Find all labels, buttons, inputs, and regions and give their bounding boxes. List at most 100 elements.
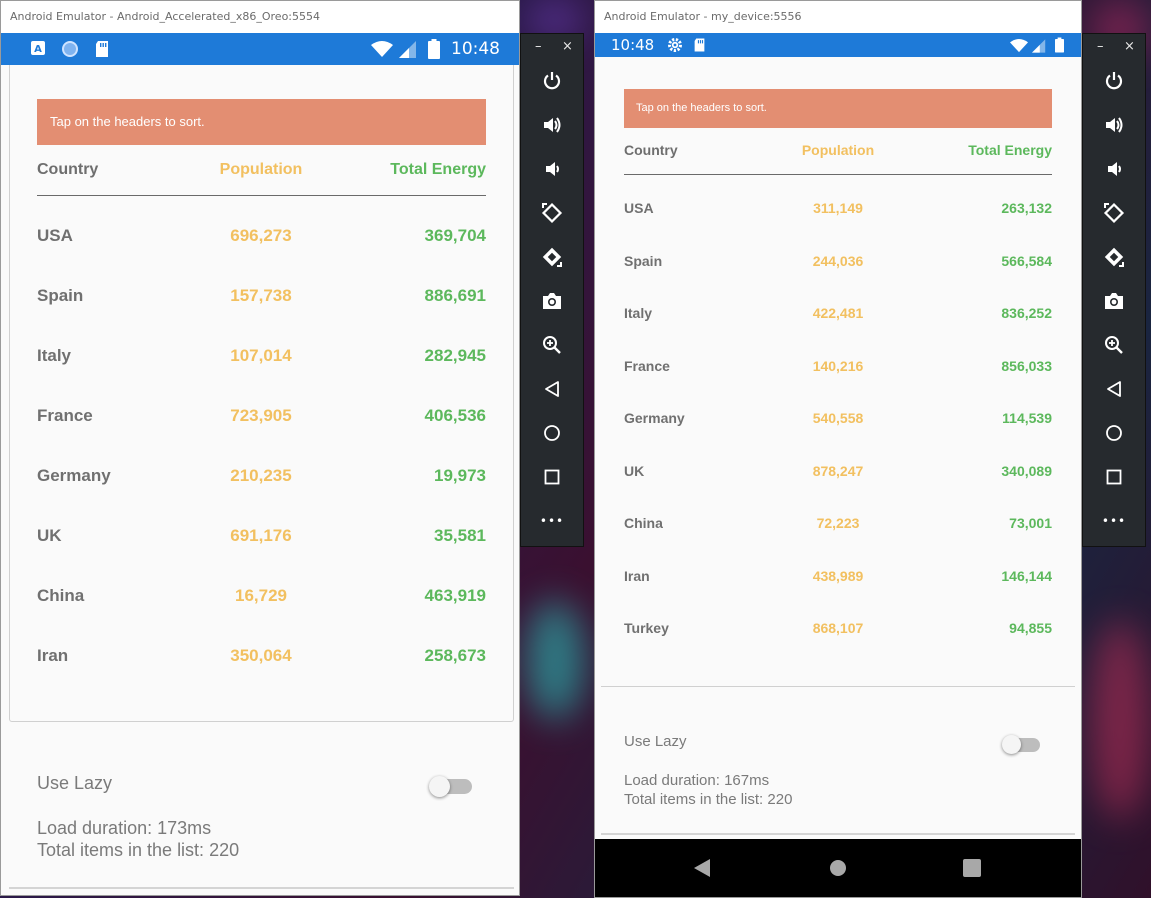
close-button[interactable]: ×: [1124, 39, 1135, 54]
row-population: 157,738: [230, 286, 292, 305]
row-total-energy: 886,691: [424, 286, 486, 305]
recents-icon[interactable]: [963, 859, 981, 881]
signal-icon: [399, 41, 417, 62]
close-button[interactable]: ×: [562, 39, 573, 54]
sd-card-icon: [94, 40, 110, 62]
more-icon[interactable]: •••: [1099, 506, 1129, 536]
row-total-energy: 282,945: [424, 346, 486, 365]
row-country: Spain: [624, 252, 663, 269]
header-population[interactable]: Population: [191, 161, 331, 179]
zoom-icon[interactable]: [1099, 330, 1129, 360]
minimize-button[interactable]: –: [535, 39, 542, 54]
row-population: 691,176: [230, 526, 292, 545]
bottom-divider: [9, 887, 514, 889]
volume-down-icon[interactable]: [1099, 154, 1129, 184]
power-icon[interactable]: [537, 66, 567, 96]
window-title-bar[interactable]: Android Emulator - Android_Accelerated_x…: [1, 1, 519, 33]
use-lazy-label: Use Lazy: [37, 773, 113, 793]
volume-up-icon[interactable]: [537, 110, 567, 140]
row-total-energy: 35,581: [434, 526, 486, 545]
back-icon[interactable]: [693, 858, 711, 882]
rotate-left-icon[interactable]: [1099, 198, 1129, 228]
overview-icon[interactable]: [1099, 462, 1129, 492]
row-population: 422,481: [812, 305, 864, 321]
zoom-icon[interactable]: [537, 330, 567, 360]
use-lazy-toggle[interactable]: [1000, 735, 1042, 757]
overview-icon[interactable]: [537, 462, 567, 492]
row-population: 868,107: [812, 620, 864, 636]
header-country[interactable]: Country: [37, 161, 177, 179]
header-country[interactable]: Country: [624, 142, 754, 158]
total-items-text: Total items in the list: 220: [37, 840, 240, 860]
row-country: France: [624, 357, 670, 374]
home-icon[interactable]: [829, 859, 847, 881]
row-population: 723,905: [230, 406, 292, 425]
row-total-energy: 258,673: [424, 646, 486, 665]
status-time: 10:48: [611, 36, 655, 54]
sort-hint-banner: Tap on the headers to sort.: [37, 99, 486, 145]
row-population: 107,014: [230, 346, 292, 365]
gear-icon: [667, 37, 683, 57]
controls-titlebar: – ×: [1083, 34, 1145, 62]
wallpaper-glow: [525, 600, 585, 720]
more-label: •••: [539, 514, 565, 528]
row-population: 140,216: [812, 357, 864, 374]
header-total-energy[interactable]: Total Energy: [346, 161, 486, 179]
rotate-right-icon[interactable]: [537, 242, 567, 272]
load-duration-text: Load duration: 173ms: [37, 818, 212, 838]
row-total-energy: 566,584: [1001, 252, 1052, 269]
row-total-energy: 463,919: [424, 586, 486, 605]
use-lazy-toggle[interactable]: [427, 776, 473, 800]
android-nav-bar: [595, 839, 1081, 897]
row-country: Iran: [624, 567, 650, 584]
row-total-energy: 369,704: [424, 226, 486, 245]
row-total-energy: 263,132: [1001, 200, 1052, 216]
row-country: Germany: [624, 410, 685, 426]
row-total-energy: 856,033: [1001, 357, 1052, 374]
camera-icon[interactable]: [1099, 286, 1129, 316]
sort-hint-banner: Tap on the headers to sort.: [624, 89, 1052, 128]
home-icon[interactable]: [537, 418, 567, 448]
row-population: 540,558: [812, 410, 864, 426]
row-population: 72,223: [816, 515, 860, 531]
row-country: China: [37, 586, 85, 605]
minimize-button[interactable]: –: [1097, 39, 1104, 54]
window-title: Android Emulator - my_device:5556: [604, 10, 802, 23]
row-population: 438,989: [812, 567, 864, 584]
camera-icon[interactable]: [537, 286, 567, 316]
emulator-controls-left: – × •••: [520, 33, 584, 547]
power-icon[interactable]: [1099, 66, 1129, 96]
volume-down-icon[interactable]: [537, 154, 567, 184]
header-total-energy[interactable]: Total Energy: [922, 142, 1052, 158]
wifi-icon: [371, 41, 393, 62]
row-total-energy: 19,973: [434, 466, 486, 485]
row-total-energy: 406,536: [424, 406, 486, 425]
row-total-energy: 146,144: [1001, 567, 1052, 584]
toggle-thumb: [1002, 735, 1021, 754]
more-icon[interactable]: •••: [537, 506, 567, 536]
home-icon[interactable]: [1099, 418, 1129, 448]
rotate-right-icon[interactable]: [1099, 242, 1129, 272]
header-population[interactable]: Population: [773, 142, 903, 158]
rotate-left-icon[interactable]: [537, 198, 567, 228]
row-country: USA: [624, 200, 654, 216]
emulator-controls-right: – × •••: [1082, 33, 1146, 547]
window-title-bar[interactable]: Android Emulator - my_device:5556: [595, 1, 1081, 33]
volume-up-icon[interactable]: [1099, 110, 1129, 140]
sort-hint-text: Tap on the headers to sort.: [50, 114, 205, 129]
back-icon[interactable]: [1099, 374, 1129, 404]
header-divider: [624, 174, 1052, 175]
row-country: UK: [624, 462, 645, 479]
app-content: Tap on the headers to sort. Country Popu…: [1, 65, 519, 895]
row-population: 16,729: [235, 586, 287, 605]
row-population: 210,235: [230, 466, 292, 485]
app-content: Tap on the headers to sort. Country Popu…: [595, 57, 1081, 839]
row-country: Turkey: [624, 620, 669, 636]
sd-card-icon: [693, 37, 706, 57]
back-icon[interactable]: [537, 374, 567, 404]
svg-text:A: A: [34, 44, 42, 55]
row-population: 878,247: [812, 462, 864, 479]
list-bottom-divider: [601, 686, 1075, 687]
row-total-energy: 836,252: [1001, 305, 1052, 321]
emulator-window-right: Android Emulator - my_device:5556 10:48 …: [594, 0, 1082, 898]
